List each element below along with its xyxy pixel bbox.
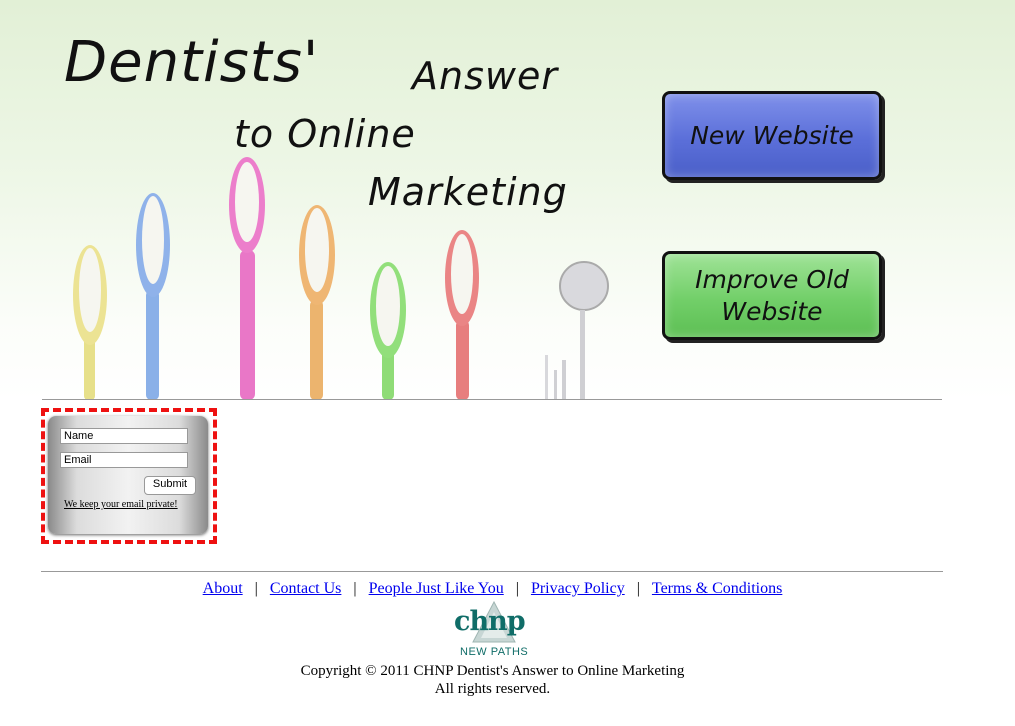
footer-link-people-just-like-you[interactable]: People Just Like You [369,580,504,597]
footer-separator: | [636,580,640,597]
name-input[interactable]: Name [60,428,188,444]
copyright-text: Copyright © 2011 CHNP Dentist's Answer t… [300,663,685,679]
copyright-block: Copyright © 2011 CHNP Dentist's Answer t… [0,662,985,698]
toothbrush-yellow-icon [73,245,107,400]
footer-divider [41,571,943,572]
toothbrush-red-icon [445,230,479,400]
email-input[interactable]: Email [60,452,188,468]
toothbrush-blue-icon [136,193,170,400]
hero-banner: Dentists' Answer to Online Marketing New… [42,0,942,400]
toothbrush-orange-icon [299,205,335,400]
hero-divider [42,399,942,400]
footer-separator: | [254,580,258,597]
footer-link-about[interactable]: About [203,580,243,597]
improve-label-line1: Improve Old [695,265,849,295]
new-website-button[interactable]: New Website [662,91,882,180]
privacy-note-link[interactable]: We keep your email private! [64,499,178,510]
dental-mirror-icon [545,261,609,400]
logo-text: chnp [454,606,526,637]
footer-link-terms-conditions[interactable]: Terms & Conditions [652,580,782,597]
toothbrush-pink-icon [229,157,265,400]
headline-dentists: Dentists' [64,30,320,95]
toothbrush-green-icon [370,262,406,400]
toothbrushes-illustration [73,157,609,400]
logo-subtext: NEW PATHS [460,646,529,658]
new-website-label: New Website [690,120,854,150]
footer-link-contact-us[interactable]: Contact Us [270,580,342,597]
submit-button[interactable]: Submit [144,476,196,495]
footer-nav: About | Contact Us | People Just Like You | Pr… [0,580,985,598]
footer-separator: | [515,580,519,597]
improve-old-website-button[interactable]: Improve Old Website [662,251,882,340]
chnp-logo: chnp NEW PATHS [449,600,539,660]
footer-separator: | [353,580,357,597]
signup-form: Name Email Submit We keep your email pri… [48,416,208,534]
improve-label-line2: Website [721,296,823,326]
headline-answer: Answer [412,54,558,98]
rights-text: All rights reserved. [434,681,551,697]
footer-link-privacy-policy[interactable]: Privacy Policy [531,580,625,597]
